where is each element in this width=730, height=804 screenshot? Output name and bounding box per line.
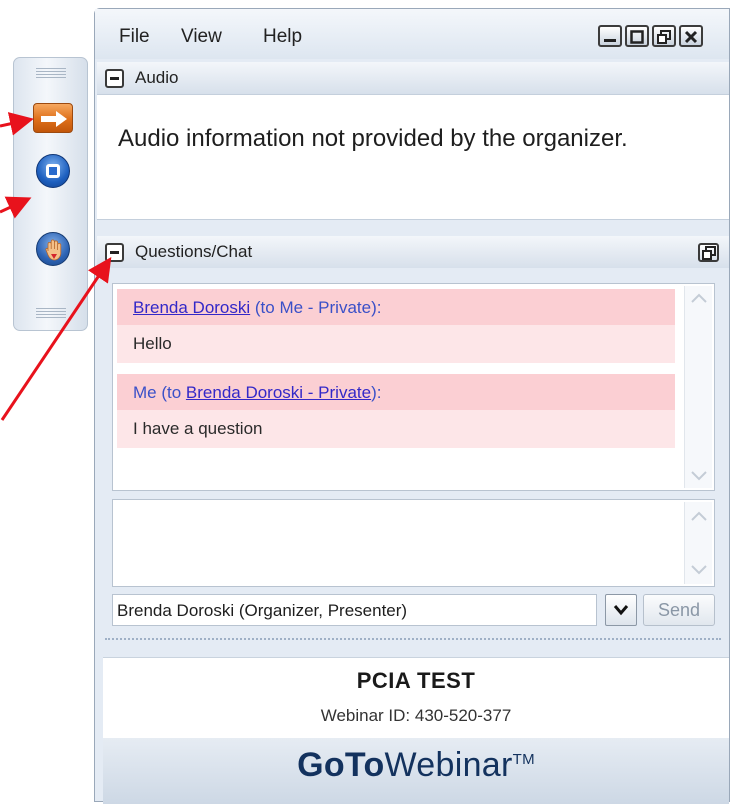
annotation-arrow-1 (0, 112, 34, 136)
annotation-arrow-2 (0, 196, 32, 219)
annotation-arrow-3 (0, 257, 112, 421)
annotation-arrows (0, 112, 112, 421)
